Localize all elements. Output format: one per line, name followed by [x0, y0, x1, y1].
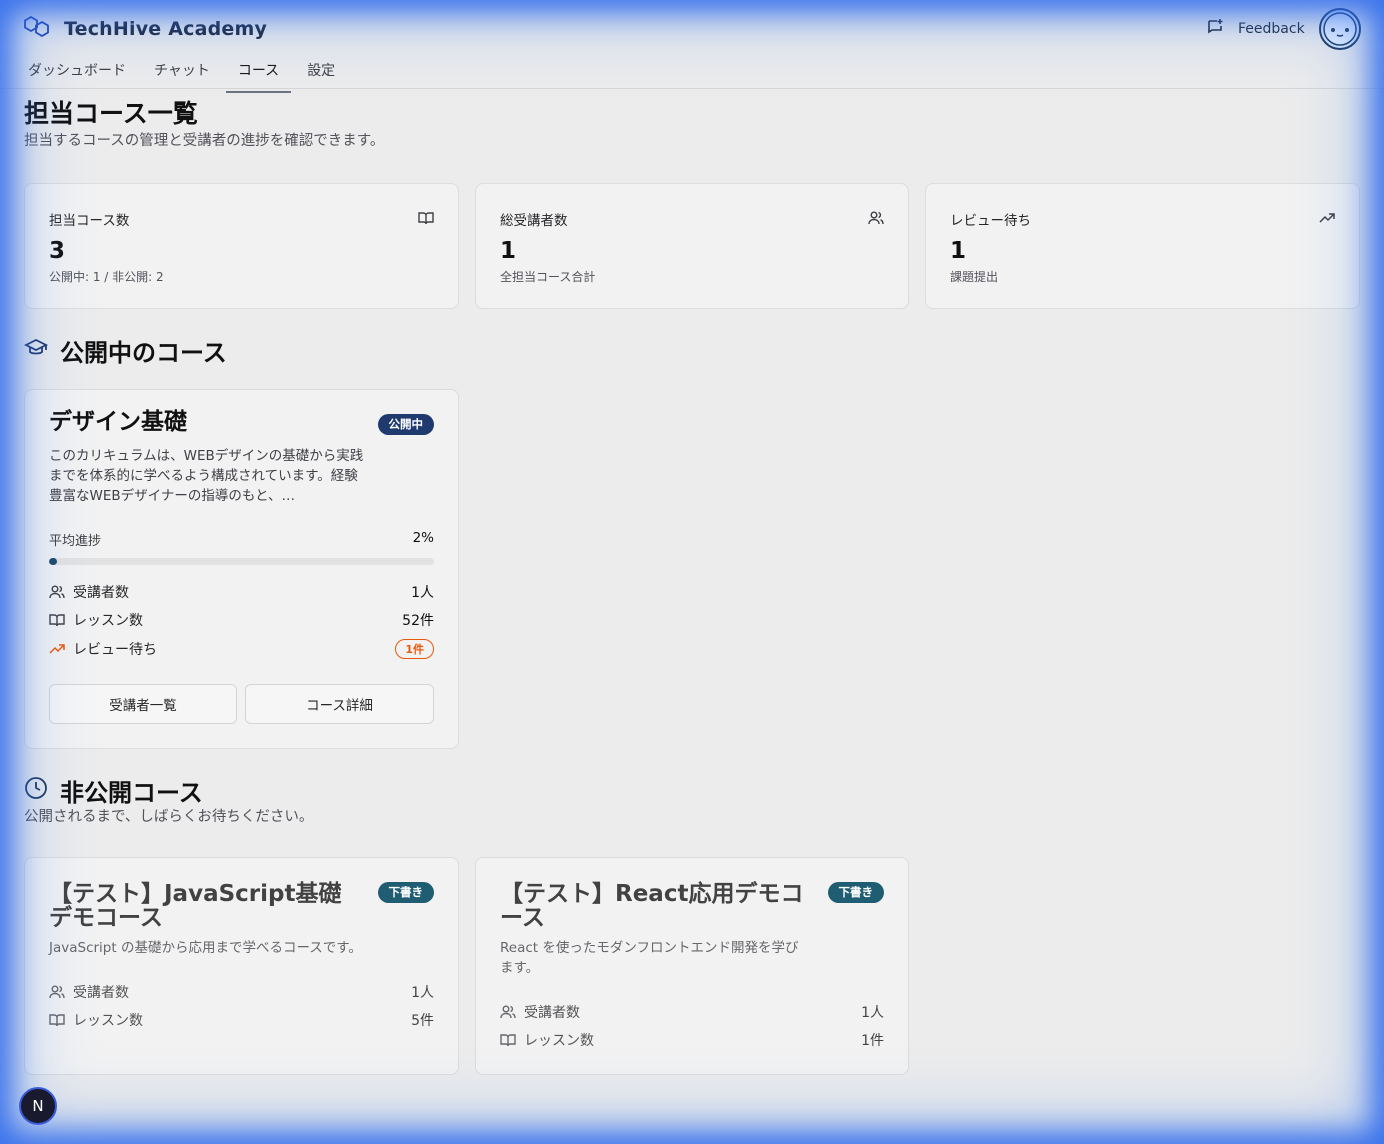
- row-label: 受講者数: [524, 1005, 580, 1021]
- users-icon: [49, 584, 65, 600]
- row-label: レッスン数: [73, 1013, 143, 1029]
- row-value: 1件: [861, 1033, 884, 1049]
- stat-note: 全担当コース合計: [500, 270, 596, 284]
- progress-value: 2%: [412, 530, 434, 546]
- users-icon: [500, 1004, 516, 1020]
- dev-tools-badge[interactable]: N: [19, 1087, 57, 1125]
- course-card-javascript[interactable]: 【テスト】JavaScript基礎デモコース 下書き JavaScript の基…: [24, 857, 459, 1075]
- progress-bar: [49, 558, 434, 565]
- students-row: 受講者数 1人: [49, 582, 434, 602]
- tab-dashboard[interactable]: ダッシュボード: [16, 52, 138, 92]
- course-title: デザイン基礎: [49, 409, 187, 435]
- hexagons-logo-icon: [24, 15, 50, 42]
- page-title: 担当コース一覧: [24, 99, 198, 128]
- unpublished-heading: 非公開コース: [24, 773, 203, 808]
- course-description: React を使ったモダンフロントエンド開発を学びます。: [500, 940, 799, 976]
- main-tabs: ダッシュボード チャット コース 設定: [16, 52, 351, 93]
- book-open-icon: [49, 1012, 65, 1028]
- lessons-row: レッスン数 52件: [49, 610, 434, 630]
- stat-note: 課題提出: [950, 270, 999, 284]
- row-value: 1人: [411, 985, 434, 1001]
- row-value: 1人: [861, 1005, 884, 1021]
- app-title: TechHive Academy: [64, 18, 268, 40]
- status-badge: 下書き: [827, 882, 884, 903]
- course-title: 【テスト】React応用デモコース: [500, 881, 804, 931]
- feedback-icon: [1206, 18, 1224, 40]
- page-subtitle: 担当するコースの管理と受講者の進捗を確認できます。: [24, 133, 385, 149]
- stat-card-students: 総受講者数 1 全担当コース合計: [475, 183, 909, 309]
- review-row: レビュー待ち 1件: [49, 639, 434, 659]
- student-list-button[interactable]: 受講者一覧: [49, 684, 237, 724]
- users-icon: [868, 210, 884, 230]
- feedback-label: Feedback: [1238, 21, 1305, 37]
- trending-up-icon: [1319, 210, 1335, 230]
- clock-icon: [24, 776, 48, 806]
- published-heading-text: 公開中のコース: [60, 339, 227, 367]
- stat-value: 3: [49, 238, 66, 264]
- row-value: 1人: [411, 585, 434, 601]
- stat-label: 担当コース数: [49, 213, 130, 229]
- stat-note: 公開中: 1 / 非公開: 2: [49, 270, 164, 284]
- tab-chat[interactable]: チャット: [142, 52, 222, 92]
- lessons-row: レッスン数 5件: [49, 1010, 434, 1030]
- row-label: 受講者数: [73, 585, 129, 601]
- course-card-design[interactable]: デザイン基礎 公開中 このカリキュラムは、WEBデザインの基礎から実践までを体系…: [24, 389, 459, 749]
- trending-up-icon: [49, 641, 65, 657]
- book-open-icon: [418, 210, 434, 230]
- row-value: 5件: [411, 1013, 434, 1029]
- progress-fill: [49, 558, 57, 565]
- status-badge: 下書き: [377, 882, 434, 903]
- stat-label: レビュー待ち: [950, 213, 1031, 229]
- tab-courses[interactable]: コース: [225, 52, 292, 93]
- brand[interactable]: TechHive Academy: [24, 15, 268, 42]
- course-description: JavaScript の基礎から応用まで学べるコースです。: [49, 940, 362, 956]
- book-open-icon: [49, 612, 65, 628]
- published-heading: 公開中のコース: [23, 333, 227, 368]
- review-count-badge: 1件: [395, 639, 434, 659]
- row-value: 52件: [402, 613, 434, 629]
- row-label: レッスン数: [524, 1033, 594, 1049]
- stat-value: 1: [500, 238, 517, 264]
- user-avatar[interactable]: [1319, 8, 1361, 50]
- row-label: 受講者数: [73, 985, 129, 1001]
- row-label: レビュー待ち: [73, 642, 157, 658]
- stat-value: 1: [950, 238, 967, 264]
- graduation-cap-icon: [23, 336, 49, 366]
- users-icon: [49, 984, 65, 1000]
- unpublished-heading-text: 非公開コース: [60, 779, 203, 807]
- course-title: 【テスト】JavaScript基礎デモコース: [49, 881, 342, 931]
- students-row: 受講者数 1人: [49, 982, 434, 1002]
- course-detail-button[interactable]: コース詳細: [245, 684, 434, 724]
- row-label: レッスン数: [73, 613, 143, 629]
- course-card-react[interactable]: 【テスト】React応用デモコース 下書き React を使ったモダンフロントエ…: [475, 857, 909, 1075]
- top-bar: TechHive Academy Feedback ダッシュボード チャット コ…: [0, 0, 1384, 93]
- stat-card-courses: 担当コース数 3 公開中: 1 / 非公開: 2: [24, 183, 459, 309]
- course-description: このカリキュラムは、WEBデザインの基礎から実践までを体系的に学べるよう構成され…: [49, 448, 364, 504]
- book-open-icon: [500, 1032, 516, 1048]
- stat-label: 総受講者数: [500, 213, 568, 229]
- tab-settings[interactable]: 設定: [295, 52, 347, 92]
- lessons-row: レッスン数 1件: [500, 1030, 884, 1050]
- stat-card-reviews: レビュー待ち 1 課題提出: [925, 183, 1360, 309]
- status-badge: 公開中: [377, 414, 434, 435]
- students-row: 受講者数 1人: [500, 1002, 884, 1022]
- progress-label: 平均進捗: [49, 534, 102, 549]
- unpublished-subtitle: 公開されるまで、しばらくお待ちください。: [24, 809, 314, 825]
- feedback-button[interactable]: Feedback: [1206, 18, 1305, 40]
